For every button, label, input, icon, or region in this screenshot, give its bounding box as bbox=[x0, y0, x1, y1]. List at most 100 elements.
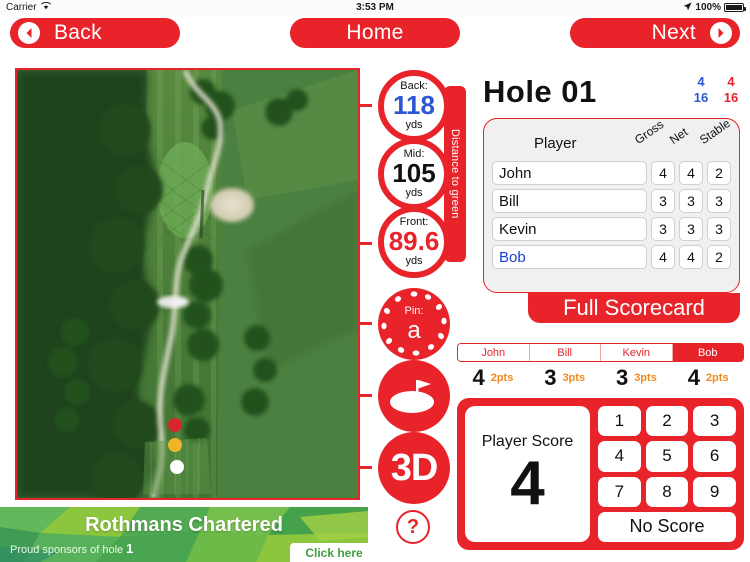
player-name-field[interactable]: Bob bbox=[492, 245, 647, 269]
status-bar-time: 3:53 PM bbox=[356, 2, 394, 13]
player-points-value: 2pts bbox=[705, 372, 729, 384]
player-tab-label: Bob bbox=[697, 346, 718, 359]
stable-value: 3 bbox=[707, 217, 731, 241]
player-score-number: 4 bbox=[510, 449, 545, 518]
click-here-button[interactable]: Click here bbox=[290, 543, 378, 562]
key-6[interactable]: 6 bbox=[693, 441, 736, 472]
home-button[interactable]: Home bbox=[290, 18, 460, 48]
help-button[interactable]: ? bbox=[396, 510, 430, 544]
distance-mid-value: 105 bbox=[392, 158, 436, 189]
battery-percent-label: 100% bbox=[695, 2, 721, 13]
net-value: 4 bbox=[679, 245, 703, 269]
player-tab-label: Bill bbox=[557, 346, 573, 359]
player-points-bob: 4 2pts bbox=[672, 364, 744, 392]
player-name-field[interactable]: Bill bbox=[492, 189, 647, 213]
red-tee-marker bbox=[168, 418, 182, 432]
carrier-label: Carrier bbox=[6, 2, 37, 13]
distance-back-value: 118 bbox=[393, 90, 435, 121]
status-bar-left: Carrier bbox=[6, 1, 51, 13]
no-score-button[interactable]: No Score bbox=[598, 511, 736, 542]
three-d-label: 3D bbox=[390, 446, 439, 489]
player-points-value: 3pts bbox=[562, 372, 586, 384]
distance-back-circle[interactable]: Back: 118 yds bbox=[378, 70, 450, 142]
sponsor-subtitle: Proud sponsors of hole 1 bbox=[10, 541, 133, 556]
gross-value: 3 bbox=[651, 189, 675, 213]
stable-value: 3 bbox=[707, 189, 731, 213]
distance-front-value: 89.6 bbox=[388, 226, 440, 257]
net-column-header: Net bbox=[666, 124, 691, 147]
key-4[interactable]: 4 bbox=[598, 441, 641, 472]
key-7[interactable]: 7 bbox=[598, 476, 641, 507]
gross-value: 3 bbox=[651, 217, 675, 241]
player-tab-label: Kevin bbox=[622, 346, 651, 359]
table-row[interactable]: Kevin 3 3 3 bbox=[492, 217, 731, 241]
click-here-label: Click here bbox=[305, 545, 363, 560]
player-tab-bob[interactable]: Bob bbox=[672, 344, 743, 361]
location-arrow-icon bbox=[683, 1, 692, 14]
rail-connector bbox=[360, 322, 372, 325]
sponsor-title: Rothmans Chartered bbox=[85, 514, 283, 536]
distance-to-green-text: Distance to green bbox=[449, 129, 461, 219]
net-value: 3 bbox=[679, 189, 703, 213]
index-blue: 16 bbox=[693, 90, 709, 106]
distance-rail: Distance to green Back: 118 yds Mid: 105… bbox=[360, 70, 466, 550]
gross-value: 4 bbox=[651, 245, 675, 269]
player-tab-bill[interactable]: Bill bbox=[529, 344, 601, 361]
wifi-icon bbox=[40, 1, 51, 13]
distance-mid-circle[interactable]: Mid: 105 yds bbox=[378, 138, 450, 210]
key-8[interactable]: 8 bbox=[645, 476, 689, 507]
table-row[interactable]: John 4 4 2 bbox=[492, 161, 731, 185]
back-button[interactable]: Back bbox=[10, 18, 180, 48]
key-3[interactable]: 3 bbox=[693, 406, 736, 437]
rail-connector bbox=[360, 242, 372, 245]
key-5[interactable]: 5 bbox=[645, 441, 689, 472]
gross-value: 4 bbox=[651, 161, 675, 185]
scorecard-header: Player Gross Net Stable bbox=[492, 116, 733, 161]
green-view-button[interactable] bbox=[378, 360, 450, 432]
net-value: 4 bbox=[679, 161, 703, 185]
key-1[interactable]: 1 bbox=[598, 406, 641, 437]
chevron-right-circle-icon bbox=[710, 22, 732, 44]
player-points-kevin: 3 3pts bbox=[601, 364, 673, 392]
player-score-value: 4 bbox=[687, 365, 700, 390]
full-scorecard-button[interactable]: Full Scorecard bbox=[528, 293, 740, 323]
top-navigation: Back Home Next bbox=[0, 15, 750, 53]
sponsor-subtitle-text: Proud sponsors of hole bbox=[10, 544, 124, 556]
player-score-value: 3 bbox=[615, 365, 629, 390]
player-tab-kevin[interactable]: Kevin bbox=[601, 344, 673, 361]
page-title: Hole 01 bbox=[483, 74, 597, 109]
net-value: 3 bbox=[679, 217, 703, 241]
help-icon: ? bbox=[406, 515, 420, 538]
stable-column-header: Stable bbox=[696, 116, 733, 147]
par-red: 4 bbox=[727, 74, 735, 89]
yellow-tee-marker bbox=[168, 438, 182, 452]
table-row[interactable]: Bob 4 4 2 bbox=[492, 245, 731, 269]
pin-position-button[interactable]: Pin: a bbox=[378, 288, 450, 360]
distance-mid-unit: yds bbox=[405, 186, 423, 199]
key-2[interactable]: 2 bbox=[645, 406, 689, 437]
distance-back-unit: yds bbox=[405, 118, 423, 131]
key-9[interactable]: 9 bbox=[693, 476, 736, 507]
golf-hole-screen: Carrier 3:53 PM 100% Back Home Next Dist… bbox=[0, 0, 750, 562]
player-score-display: Player Score 4 bbox=[465, 406, 590, 542]
rail-connector bbox=[360, 394, 372, 397]
table-row[interactable]: Bill 3 3 3 bbox=[492, 189, 731, 213]
player-score-value: 3 bbox=[544, 365, 557, 390]
rail-connector bbox=[360, 466, 372, 469]
distance-front-circle[interactable]: Front: 89.6 yds bbox=[378, 206, 450, 278]
stable-value: 2 bbox=[707, 161, 731, 185]
rail-connector bbox=[360, 104, 372, 107]
player-points-value: 3pts bbox=[634, 372, 657, 384]
home-button-label: Home bbox=[346, 21, 404, 44]
next-button[interactable]: Next bbox=[570, 18, 740, 48]
three-d-view-button[interactable]: 3D bbox=[378, 432, 450, 504]
player-name-field[interactable]: John bbox=[492, 161, 647, 185]
player-points-bill: 3 3pts bbox=[529, 364, 601, 392]
player-column-header: Player bbox=[534, 135, 577, 152]
player-tab-john[interactable]: John bbox=[458, 344, 530, 361]
player-name-field[interactable]: Kevin bbox=[492, 217, 647, 241]
player-points-john: 4 2pts bbox=[457, 364, 529, 392]
hole-aerial-photo[interactable] bbox=[15, 68, 360, 500]
full-scorecard-label: Full Scorecard bbox=[563, 295, 705, 320]
par-blue: 4 bbox=[697, 74, 705, 89]
